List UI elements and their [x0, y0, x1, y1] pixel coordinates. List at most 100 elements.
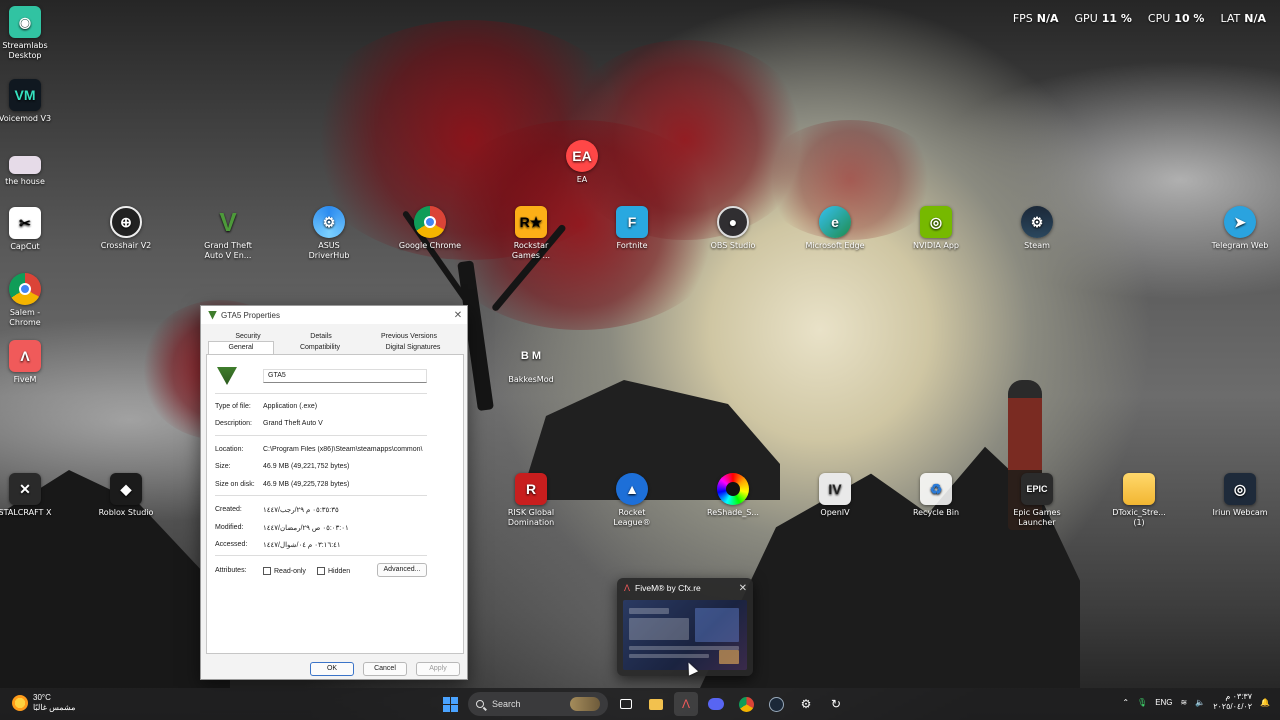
volume-icon[interactable]: 🔈: [1195, 698, 1205, 707]
edge-icon: e: [819, 206, 851, 238]
desktop-icon-recycle-bin[interactable]: ♻ Recycle Bin: [904, 473, 968, 518]
desktop-icon-the-house[interactable]: the house: [0, 150, 57, 187]
desktop-icon-nvidia[interactable]: ◎ NVIDIA App: [904, 206, 968, 251]
hidden-checkbox[interactable]: Hidden: [317, 567, 350, 575]
weather-condition: مشمس غالبًا: [33, 703, 76, 712]
desktop-icon-dtoxic[interactable]: DToxic_Stre... (1): [1107, 473, 1171, 528]
settings-taskbar-button[interactable]: ⚙: [794, 692, 818, 716]
weather-widget[interactable]: 30°C مشمس غالبًا: [12, 693, 75, 713]
voicemod-icon: VM: [9, 79, 41, 111]
taskbar-thumbnail-preview[interactable]: Λ FiveM® by Cfx.re ✕: [617, 578, 753, 676]
desktop-icon-iriun[interactable]: ◎ Iriun Webcam: [1208, 473, 1272, 518]
desktop-icon-label: Crosshair V2: [100, 241, 152, 250]
task-view-button[interactable]: [614, 692, 638, 716]
refresh-badge-icon: ↻: [830, 697, 842, 711]
close-icon[interactable]: ✕: [449, 310, 467, 321]
apply-button[interactable]: Apply: [416, 662, 460, 676]
weather-temp: 30°C: [33, 693, 51, 702]
epic-games-icon: EPIC: [1021, 473, 1053, 505]
desktop-icon-steam[interactable]: ⚙ Steam: [1005, 206, 1069, 251]
cancel-button[interactable]: Cancel: [363, 662, 407, 676]
desktop-icon-rockstar[interactable]: R★ Rockstar Games ...: [499, 206, 563, 261]
desktop-icon-fivem[interactable]: Λ FiveM: [0, 340, 57, 385]
wifi-icon[interactable]: ≋: [1181, 698, 1188, 707]
rockstar-icon: R★: [515, 206, 547, 238]
desktop-icon-label: OpenIV: [820, 508, 850, 517]
desktop-icon-ea[interactable]: EA EA: [550, 140, 614, 185]
tab-details[interactable]: Details: [306, 333, 336, 340]
openiv-icon: IV: [819, 473, 851, 505]
search-box[interactable]: Search: [468, 692, 608, 716]
gta-icon: V: [219, 207, 237, 237]
desktop-icon-voicemod[interactable]: VM Voicemod V3: [0, 79, 57, 124]
desktop-icon-label: Iriun Webcam: [1212, 508, 1268, 517]
desktop-icon-label: Steam: [1024, 241, 1050, 250]
chrome-taskbar-button[interactable]: [734, 692, 758, 716]
gta-small-icon: [208, 310, 217, 320]
desktop-icon-crosshair[interactable]: ⊕ Crosshair V2: [94, 206, 158, 251]
desktop-icon-reshade[interactable]: ReShade_S...: [701, 473, 765, 518]
file-name-field[interactable]: GTA5: [263, 369, 427, 383]
readonly-checkbox[interactable]: Read-only: [263, 567, 306, 575]
desktop-icon-label: FiveM: [13, 375, 37, 384]
close-icon[interactable]: ✕: [739, 583, 747, 594]
recycle-bin-icon: ♻: [920, 473, 952, 505]
desktop-icon-streamlabs[interactable]: ◉ Streamlabs Desktop: [0, 6, 57, 61]
tab-compatibility[interactable]: Compatibility: [298, 344, 342, 351]
dialog-titlebar[interactable]: GTA5 Properties ✕: [201, 306, 467, 324]
preview-thumbnail[interactable]: [623, 600, 747, 670]
rocket-league-icon: ▲: [616, 473, 648, 505]
desktop-icon-asus[interactable]: ⚙ ASUS DriverHub: [297, 206, 361, 261]
iriun-webcam-icon: ◎: [1224, 473, 1256, 505]
bakkesmod-icon: B M: [520, 350, 542, 362]
desktop-icon-label: BakkesMod: [508, 375, 554, 384]
steam-taskbar-button[interactable]: [764, 692, 788, 716]
language-indicator[interactable]: ENG: [1155, 698, 1172, 707]
desktop-icon-roblox[interactable]: ◆ Roblox Studio: [94, 473, 158, 518]
tab-digital-signatures[interactable]: Digital Signatures: [384, 344, 442, 351]
start-button[interactable]: [438, 692, 462, 716]
advanced-button[interactable]: Advanced...: [377, 563, 427, 577]
tab-general[interactable]: General: [208, 341, 274, 354]
chrome-profile-icon: [9, 273, 41, 305]
discord-button[interactable]: [704, 692, 728, 716]
desktop-icon-salem-chrome[interactable]: Salem - Chrome: [0, 273, 57, 328]
chevron-up-icon[interactable]: ⌃: [1122, 698, 1129, 707]
desktop-icon-label: Epic Games Launcher: [1013, 508, 1061, 527]
desktop-icon-openiv[interactable]: IV OpenIV: [803, 473, 867, 518]
desktop-icon-fortnite[interactable]: F Fortnite: [600, 206, 664, 251]
tab-security[interactable]: Security: [230, 333, 266, 340]
desktop-icon-label: ASUS DriverHub: [308, 241, 350, 260]
clock[interactable]: ٠٣:٣٧ م ٢٠٢٥/٠٤/٠٢: [1213, 692, 1252, 712]
folder-icon: [649, 698, 663, 710]
performance-overlay: FPS N/A GPU 11 % CPU 10 % LAT N/A: [1013, 12, 1266, 25]
desktop-icon-label: RISK Global Domination: [507, 508, 555, 527]
dialog-tabs: Security Details Previous Versions Gener…: [206, 330, 464, 354]
general-panel: GTA5 Type of file: Application (.exe) De…: [206, 354, 464, 654]
desktop-icon-risk[interactable]: R RISK Global Domination: [499, 473, 563, 528]
ok-button[interactable]: OK: [310, 662, 354, 676]
desktop-icon-rocket-league[interactable]: ▲ Rocket League®: [600, 473, 664, 528]
desktop-icon-label: Voicemod V3: [0, 114, 52, 123]
desktop-icon-label: DToxic_Stre... (1): [1112, 508, 1166, 527]
desktop-icon-telegram[interactable]: ➤ Telegram Web: [1208, 206, 1272, 251]
microphone-icon[interactable]: 🎙: [1137, 698, 1147, 707]
desktop-icon-edge[interactable]: e Microsoft Edge: [803, 206, 867, 251]
desktop-icon-gta[interactable]: V Grand Theft Auto V En...: [196, 206, 260, 261]
notification-icon[interactable]: 🔔: [1260, 698, 1270, 707]
app-taskbar-button[interactable]: ↻: [824, 692, 848, 716]
tab-previous-versions[interactable]: Previous Versions: [378, 333, 440, 340]
desktop-icon-capcut[interactable]: ✂ CapCut: [0, 207, 57, 252]
desktop-icon-obs[interactable]: ● OBS Studio: [701, 206, 765, 251]
desktop-icon-stalcraft[interactable]: ✕ STALCRAFT X: [0, 473, 57, 518]
desktop-icon-chrome[interactable]: Google Chrome: [398, 206, 462, 251]
fivem-taskbar-button[interactable]: Λ: [674, 692, 698, 716]
sun-icon: [12, 695, 28, 711]
fivem-icon: Λ: [681, 697, 690, 711]
perf-gpu: GPU 11 %: [1074, 12, 1132, 25]
desktop-icon-epic[interactable]: EPIC Epic Games Launcher: [1005, 473, 1069, 528]
desktop-icon-label: Telegram Web: [1211, 241, 1269, 250]
file-explorer-button[interactable]: [644, 692, 668, 716]
task-view-icon: [620, 699, 632, 709]
desktop-icon-bakkesmod[interactable]: B M BakkesMod: [499, 340, 563, 385]
